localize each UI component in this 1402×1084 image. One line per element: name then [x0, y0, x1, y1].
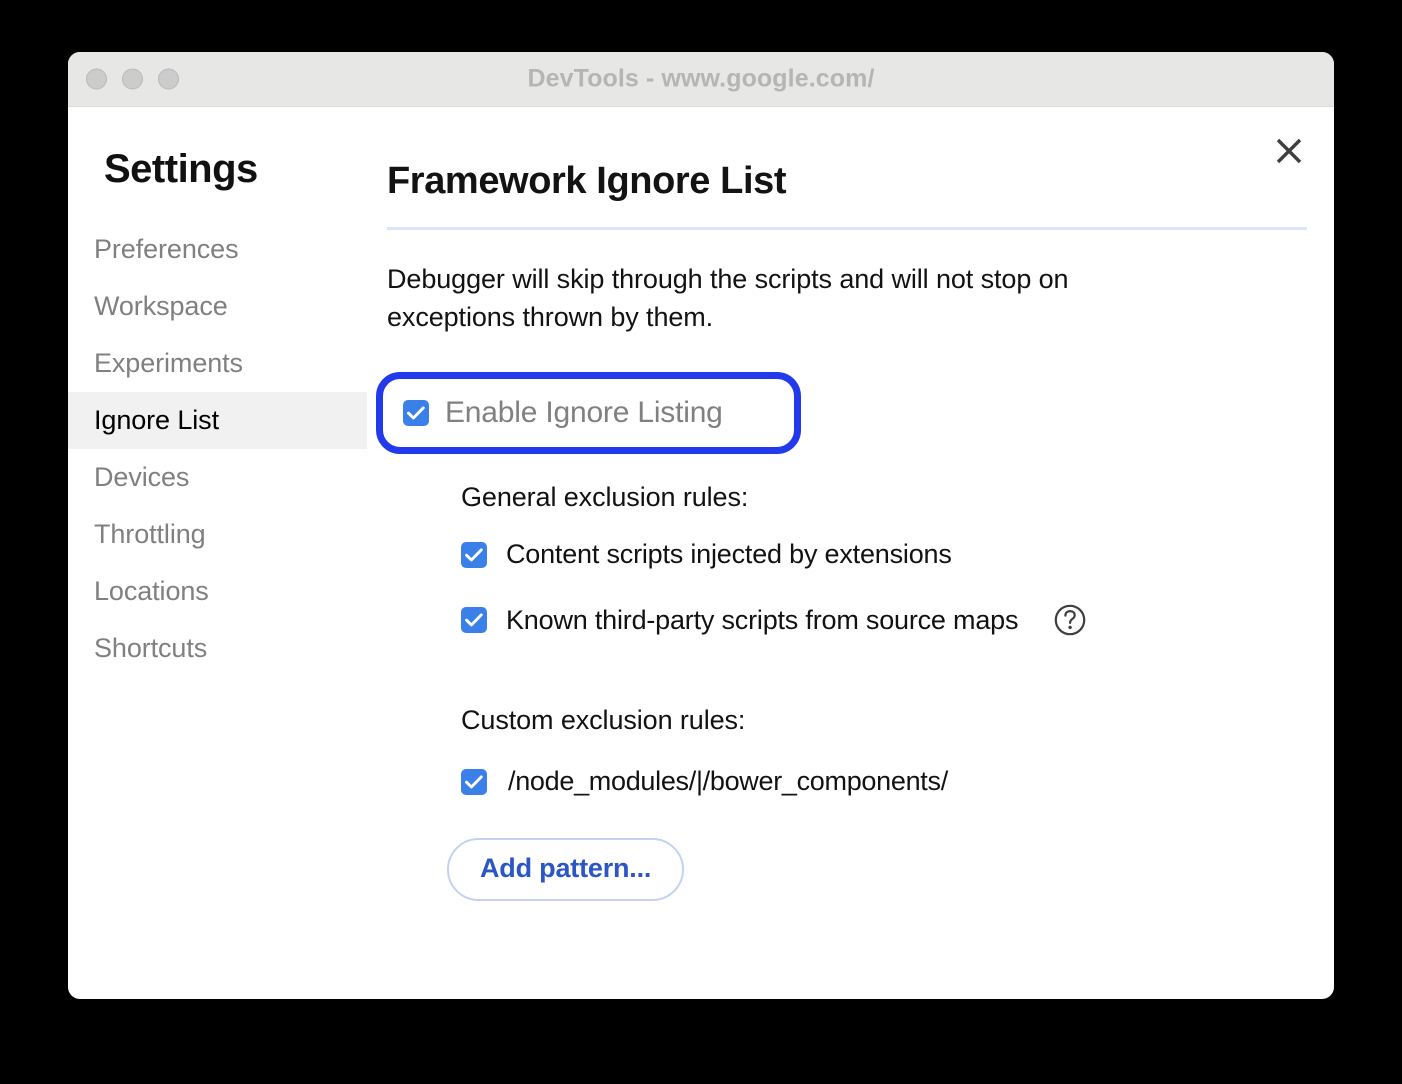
exclusion-rules: General exclusion rules: Content scripts… — [387, 482, 1307, 902]
third-party-scripts-label: Known third-party scripts from source ma… — [506, 604, 1019, 635]
sidebar-item-devices[interactable]: Devices — [68, 449, 367, 506]
sidebar-item-ignore-list[interactable]: Ignore List — [68, 392, 367, 450]
enable-ignore-listing-row[interactable]: Enable Ignore Listing — [403, 396, 723, 430]
settings-heading: Settings — [104, 147, 258, 191]
content-scripts-checkbox[interactable] — [461, 541, 487, 568]
custom-exclusion-rules-label: Custom exclusion rules: — [461, 705, 746, 736]
window-title: DevTools - www.google.com/ — [527, 64, 875, 93]
devtools-window: DevTools - www.google.com/ Settings Pref… — [68, 52, 1334, 999]
close-icon[interactable] — [1269, 131, 1309, 171]
annotation-highlight-box: Enable Ignore Listing — [376, 372, 801, 455]
sidebar-item-locations[interactable]: Locations — [68, 563, 367, 620]
page-title: Framework Ignore List — [387, 160, 787, 202]
general-exclusion-rules-label: General exclusion rules: — [461, 482, 749, 513]
window-titlebar: DevTools - www.google.com/ — [68, 52, 1334, 107]
sidebar-item-shortcuts[interactable]: Shortcuts — [68, 620, 367, 677]
rule-row-third-party-scripts[interactable]: Known third-party scripts from source ma… — [461, 603, 1307, 637]
sidebar-item-workspace[interactable]: Workspace — [68, 278, 367, 335]
rule-row-node-modules-pattern[interactable]: /node_modules/|/bower_components/ — [461, 766, 1307, 797]
content-scripts-label: Content scripts injected by extensions — [506, 539, 952, 570]
sidebar-item-throttling[interactable]: Throttling — [68, 506, 367, 563]
node-modules-pattern-label: /node_modules/|/bower_components/ — [508, 766, 948, 797]
third-party-scripts-checkbox[interactable] — [461, 607, 487, 634]
panel-description: Debugger will skip through the scripts a… — [387, 263, 1069, 333]
help-icon[interactable] — [1053, 603, 1087, 637]
enable-ignore-listing-checkbox[interactable] — [403, 400, 429, 427]
title-divider — [387, 226, 1307, 230]
settings-main-panel: Framework Ignore List Debugger will skip… — [367, 107, 1334, 999]
rule-row-content-scripts[interactable]: Content scripts injected by extensions — [461, 539, 1307, 570]
sidebar-item-experiments[interactable]: Experiments — [68, 335, 367, 392]
sidebar-item-preferences[interactable]: Preferences — [68, 221, 367, 278]
custom-exclusion-rules-section: Custom exclusion rules: /node_modules/|/… — [447, 705, 1307, 902]
settings-dialog: Settings Preferences Workspace Experimen… — [68, 107, 1334, 999]
node-modules-pattern-checkbox[interactable] — [461, 768, 487, 795]
enable-ignore-listing-label: Enable Ignore Listing — [445, 396, 723, 430]
add-pattern-button[interactable]: Add pattern... — [447, 838, 685, 902]
settings-sidebar: Settings Preferences Workspace Experimen… — [68, 107, 367, 999]
